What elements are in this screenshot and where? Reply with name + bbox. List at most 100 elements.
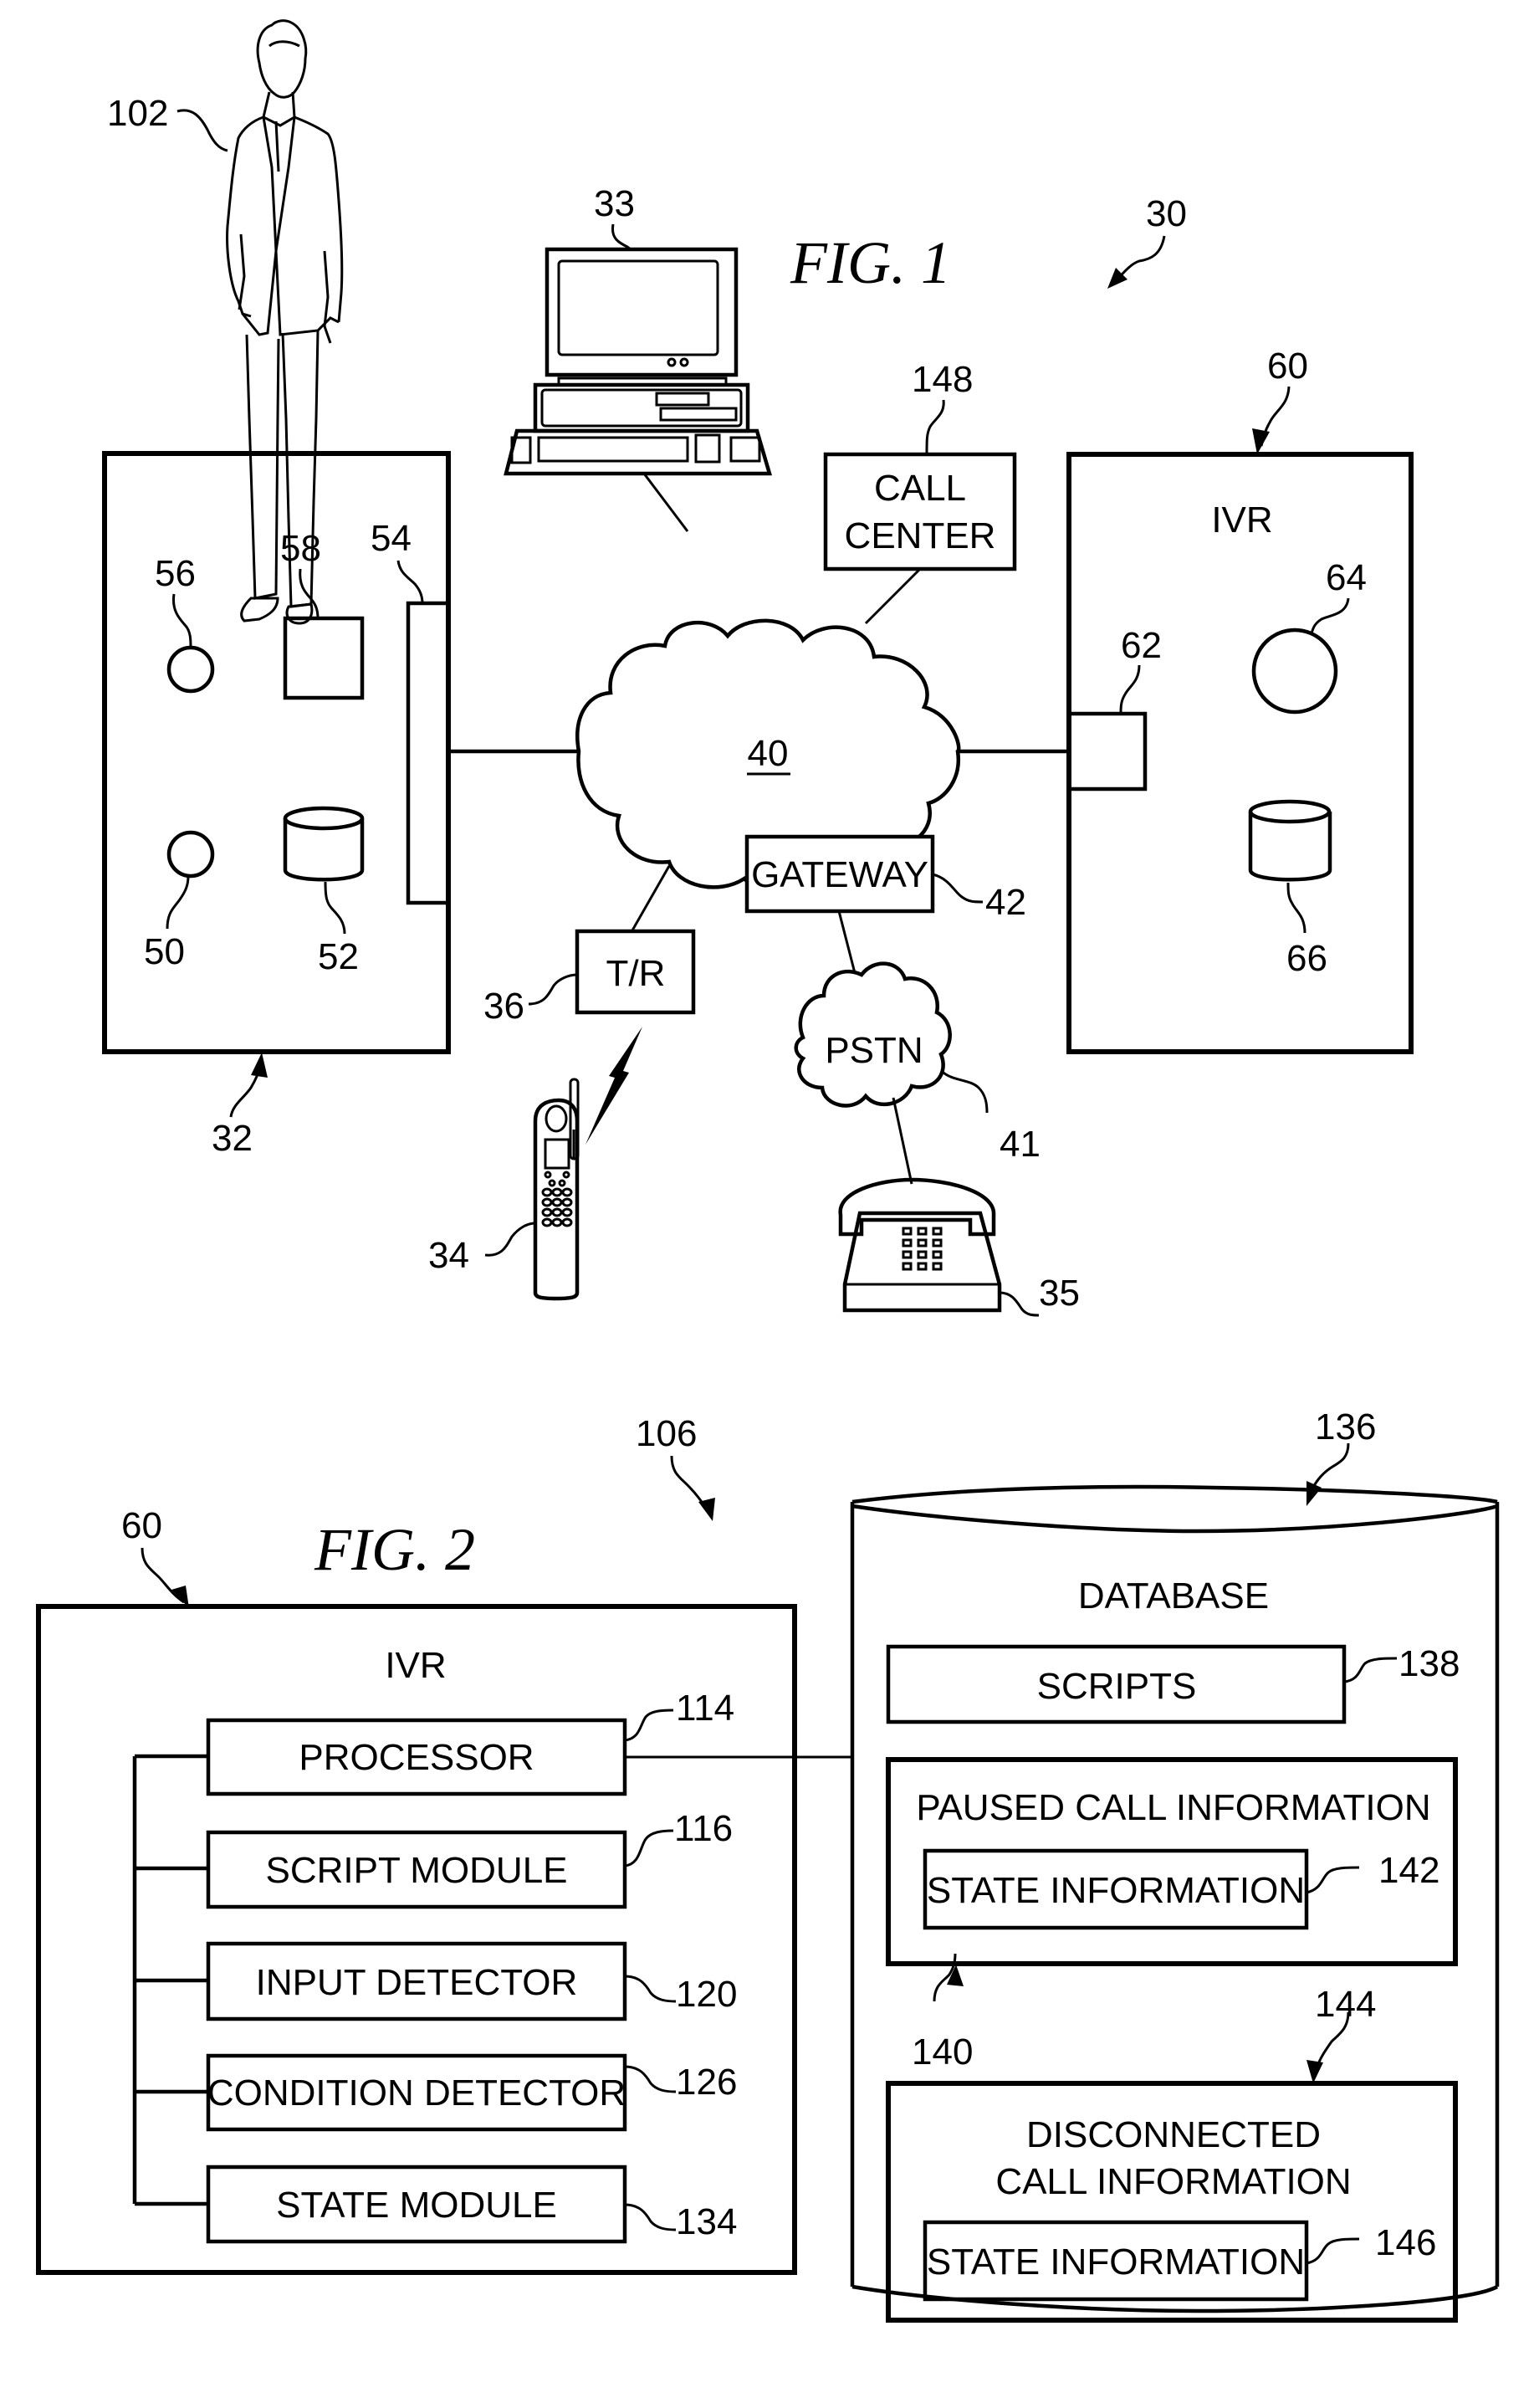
network-tr-link [631, 865, 671, 931]
ref-54-leader [396, 560, 424, 604]
ref-64: 64 [1326, 557, 1367, 598]
scripts-label: SCRIPTS [1037, 1666, 1197, 1707]
ref-116: 116 [674, 1808, 733, 1849]
pstn-phone-link [892, 1097, 913, 1185]
pstn-cloud-41: PSTN [794, 961, 952, 1108]
wireless-link-icon [585, 1027, 642, 1145]
ref-136-leader [1310, 1442, 1350, 1492]
ref-34-leader [484, 1222, 536, 1257]
transceiver-box: T/R [575, 929, 696, 1015]
ref-138-leader [1343, 1657, 1398, 1683]
fig2-title: FIG. 2 [314, 1516, 475, 1583]
ref-138: 138 [1398, 1643, 1460, 1684]
ref-102-leader [176, 109, 228, 152]
fig2: FIG. 2 106 60 IVR PROCESSOR 114 SCRIPT M… [36, 1406, 1500, 2323]
module-input-detector: INPUT DETECTOR [206, 1941, 627, 2021]
ref-41-leader [943, 1071, 989, 1114]
disconnected-state-information-box: STATE INFORMATION [923, 2220, 1309, 2302]
ref-62: 62 [1121, 625, 1162, 666]
call-center-network-link [864, 567, 922, 625]
disconnected-state-label: STATE INFORMATION [927, 2241, 1305, 2282]
ref-148-leader [925, 399, 945, 455]
ref-60-fig2: 60 [121, 1505, 162, 1546]
component-50-circle [166, 830, 215, 879]
computer-network-link [642, 473, 689, 532]
system-ref-106: 106 [636, 1413, 697, 1454]
ref-134: 134 [676, 2201, 737, 2242]
input-detector-label: INPUT DETECTOR [256, 1962, 578, 2003]
ref-56-leader [171, 593, 192, 648]
condition-detector-label: CONDITION DETECTOR [207, 2072, 626, 2113]
ref-35-leader [999, 1291, 1040, 1317]
ref-36: 36 [483, 986, 524, 1027]
ref-134-leader [624, 2203, 677, 2231]
module-condition-detector: CONDITION DETECTOR [206, 2053, 627, 2132]
patent-drawing: FIG. 1 30 102 33 148 CALL CENTER 56 58 5… [36, 19, 1500, 2323]
ref-60-fig1: 60 [1267, 346, 1308, 387]
ref-40: 40 [748, 733, 789, 774]
ref-126-leader [624, 2065, 677, 2093]
ref-42-leader [932, 873, 984, 904]
paused-call-information-box: PAUSED CALL INFORMATION STATE INFORMATIO… [886, 1757, 1458, 1966]
ref-50-leader [166, 875, 190, 930]
cell-phone-icon [533, 1078, 580, 1301]
component-56-circle [166, 645, 215, 694]
ref-50: 50 [144, 931, 185, 972]
state-module-label: STATE MODULE [276, 2185, 557, 2226]
ref-114: 114 [676, 1688, 734, 1729]
gateway-label: GATEWAY [751, 854, 928, 895]
component-54-interface [406, 601, 451, 905]
ivr-label: IVR [1211, 500, 1272, 541]
paused-state-information-box: STATE INFORMATION [923, 1848, 1309, 1930]
ref-58-leader [299, 568, 320, 619]
ivr-60-box: IVR [1066, 452, 1414, 1054]
module-script: SCRIPT MODULE [206, 1830, 627, 1909]
paused-state-label: STATE INFORMATION [927, 1870, 1305, 1911]
ref-35: 35 [1039, 1273, 1080, 1314]
fig1-title: FIG. 1 [790, 229, 951, 296]
ref-142: 142 [1378, 1850, 1439, 1891]
script-module-label: SCRIPT MODULE [265, 1850, 567, 1891]
ref-58: 58 [280, 528, 321, 569]
ref-66-leader [1286, 882, 1306, 934]
component-62-square [1066, 711, 1148, 792]
ref-42: 42 [985, 882, 1026, 923]
ref-64-leader [1310, 597, 1350, 634]
ref-60-fig1-arrowhead [1252, 428, 1270, 454]
transceiver-label: T/R [606, 953, 666, 994]
processor-label: PROCESSOR [299, 1737, 534, 1778]
ref-66: 66 [1286, 938, 1327, 979]
system-ref-30: 30 [1146, 193, 1187, 234]
paused-call-label: PAUSED CALL INFORMATION [916, 1787, 1430, 1828]
ref-116-leader [624, 1829, 674, 1867]
ref-56: 56 [155, 553, 196, 594]
ref-54: 54 [371, 518, 412, 559]
disconnected-call-information-box: DISCONNECTED CALL INFORMATION STATE INFO… [886, 2081, 1458, 2323]
component-64-circle [1251, 628, 1338, 715]
fig1: FIG. 1 30 102 33 148 CALL CENTER 56 58 5… [102, 19, 1414, 1317]
ref-36-leader [528, 973, 578, 1006]
ref-120-leader [624, 1975, 677, 2003]
ivr-106-box: IVR PROCESSOR 114 SCRIPT MODULE 116 INPU… [36, 1604, 797, 2275]
ref-120: 120 [676, 1974, 737, 2015]
ref-126: 126 [676, 2062, 737, 2103]
pstn-label: PSTN [825, 1030, 923, 1071]
ref-136-arrowhead [1306, 1481, 1322, 1506]
ref-148: 148 [912, 359, 973, 400]
ref-144: 144 [1315, 1984, 1376, 2025]
ref-41: 41 [1000, 1124, 1041, 1165]
desktop-computer-icon [504, 247, 773, 476]
ref-52: 52 [318, 936, 359, 977]
call-center-box: CALL CENTER [823, 452, 1017, 571]
ref-52-leader [324, 881, 346, 935]
ref-140: 140 [912, 2031, 973, 2072]
ref-33: 33 [594, 183, 635, 224]
ref-32: 32 [212, 1118, 253, 1159]
gateway-pstn-link [837, 910, 856, 974]
call-center-line2: CENTER [845, 515, 996, 556]
ref-142-leader [1306, 1866, 1360, 1894]
desk-phone-icon [838, 1177, 1002, 1313]
ref-114-leader [624, 1709, 674, 1742]
module-processor: PROCESSOR [206, 1718, 627, 1796]
ref-102: 102 [107, 93, 168, 134]
